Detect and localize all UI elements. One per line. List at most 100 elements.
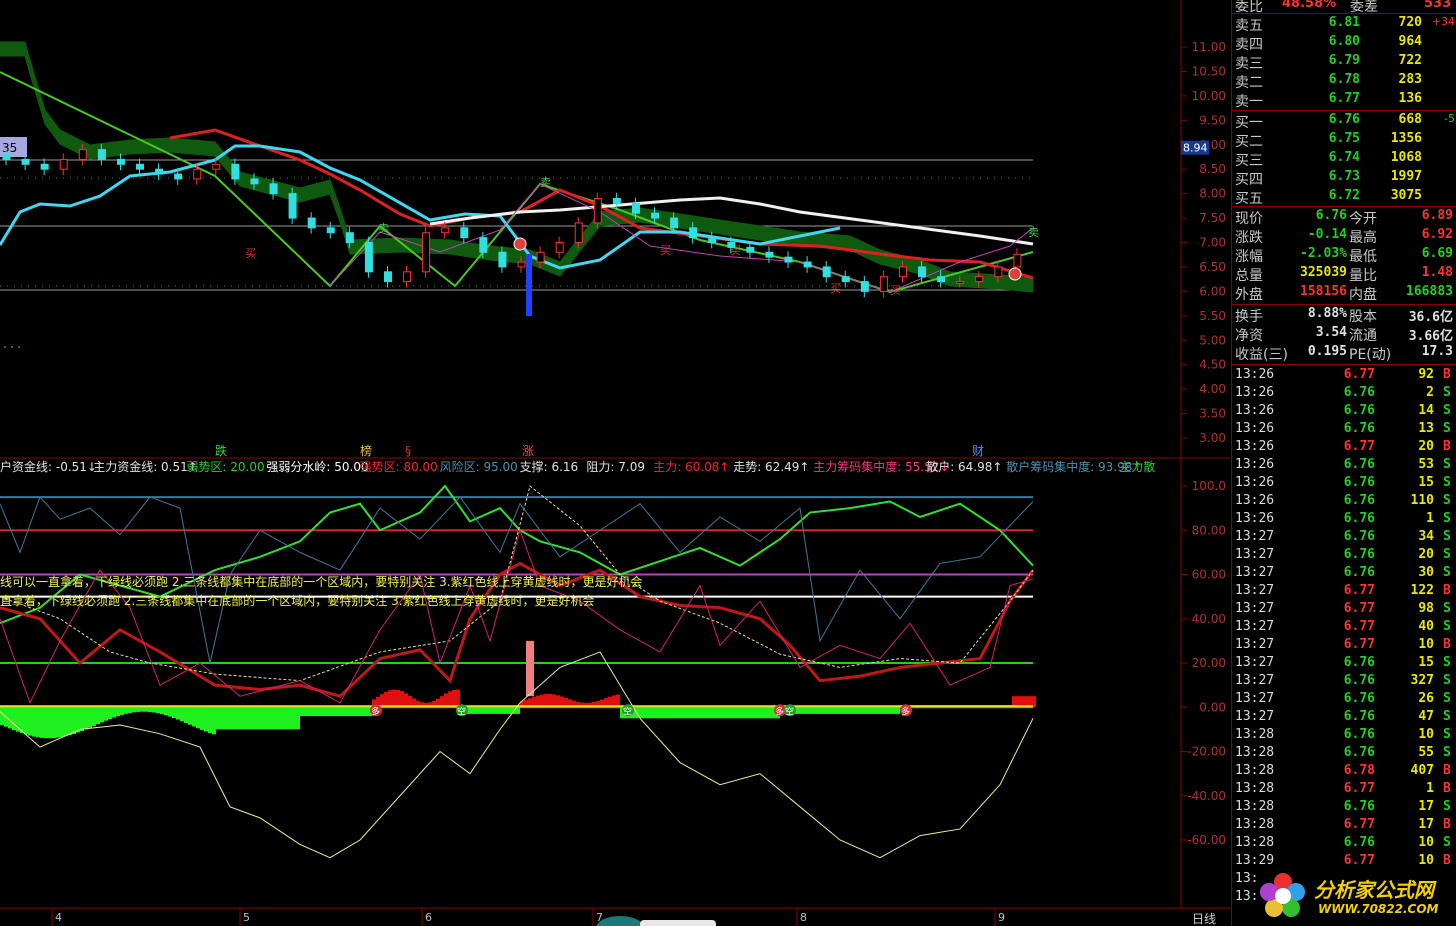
- stock-chart-canvas[interactable]: 11.0010.5010.009.509.008.508.007.507.006…: [0, 0, 1231, 926]
- tick-row[interactable]: 13:27 6.77 40 S: [1232, 619, 1456, 637]
- candle-body: [326, 227, 335, 234]
- tick-bs: S: [1443, 835, 1451, 850]
- tick-row[interactable]: 13:27 6.77 10 B: [1232, 637, 1456, 655]
- tick-row[interactable]: 13:28 6.76 17 S: [1232, 799, 1456, 817]
- tick-row[interactable]: 13:27 6.76 15 S: [1232, 655, 1456, 673]
- tick-row[interactable]: 13:27 6.76 20 S: [1232, 547, 1456, 565]
- candle-body: [784, 256, 793, 263]
- signal-badge-label: 多: [775, 705, 784, 717]
- price-tick-label: 7.00: [1199, 236, 1226, 250]
- tick-time: 13:26: [1235, 493, 1275, 508]
- tick-row[interactable]: 13:26 6.76 13 S: [1232, 421, 1456, 439]
- histogram-bar: [84, 707, 88, 730]
- tick-px: 6.77: [1343, 367, 1375, 382]
- tick-vol: 10: [1418, 637, 1434, 652]
- histogram-bar: [244, 707, 248, 730]
- histogram-bar: [224, 707, 228, 730]
- tick-time: 13:26: [1235, 511, 1275, 526]
- candle-body: [479, 237, 488, 253]
- stat-row: 涨跌 -0.14 最高 6.92: [1232, 227, 1456, 246]
- histogram-bar: [484, 707, 488, 714]
- stat-label-2: 最高: [1349, 230, 1377, 246]
- legend-item: 主力散: [1119, 459, 1155, 474]
- histogram-bar: [496, 707, 500, 714]
- histogram-bar: [456, 689, 460, 708]
- stat2-value: 3.54: [1315, 325, 1347, 340]
- tick-time: 13:27: [1235, 583, 1275, 598]
- legend-item: 强弱分水岭: 50.00: [266, 460, 368, 474]
- tick-row[interactable]: 13:28 6.77 17 B: [1232, 817, 1456, 835]
- histogram-bar: [744, 707, 748, 719]
- tick-row[interactable]: 13:27 6.76 327 S: [1232, 673, 1456, 691]
- histogram-bar: [824, 707, 828, 714]
- histogram-bar: [148, 707, 152, 712]
- histogram-bar: [876, 707, 880, 714]
- histogram-bar: [728, 707, 732, 719]
- tick-row[interactable]: 13:26 6.77 92 B: [1232, 367, 1456, 385]
- tick-row[interactable]: 13:26 6.76 110 S: [1232, 493, 1456, 511]
- tick-time: 13:29: [1235, 853, 1275, 868]
- tick-vol: 20: [1418, 547, 1434, 562]
- candle-body: [40, 163, 49, 170]
- tick-row[interactable]: 13:27 6.76 34 S: [1232, 529, 1456, 547]
- price-tick-label: 9.50: [1199, 113, 1226, 127]
- blue-spike-bar: [526, 254, 532, 316]
- candle-body: [307, 217, 316, 229]
- tick-row[interactable]: 13:27 6.76 47 S: [1232, 709, 1456, 727]
- signal-badge-label: 多: [901, 705, 910, 717]
- stat2-value-2: 36.6亿: [1408, 310, 1453, 325]
- histogram-bar: [288, 707, 292, 730]
- tick-px: 6.76: [1343, 421, 1375, 436]
- buy-volume: 668: [1398, 112, 1422, 127]
- tick-row[interactable]: 13:27 6.77 122 B: [1232, 583, 1456, 601]
- buy-row: 买五 6.72 3075: [1232, 188, 1456, 207]
- stat-label: 现价: [1235, 211, 1263, 227]
- sell-row: 卖四 6.80 964: [1232, 34, 1456, 53]
- candle-body: [689, 227, 698, 239]
- tick-row[interactable]: 13:28 6.77 1 B: [1232, 781, 1456, 799]
- indicator-tick-label: 20.00: [1192, 656, 1226, 670]
- legend-item: 主力资金线: 0.51↑: [93, 459, 198, 474]
- tick-time: 13:27: [1235, 547, 1275, 562]
- tick-row[interactable]: 13:28 6.76 10 S: [1232, 835, 1456, 853]
- indicator-tick-label: 80.00: [1192, 523, 1226, 537]
- histogram-bar: [40, 707, 44, 738]
- tick-row[interactable]: 13:26 6.77 20 B: [1232, 439, 1456, 457]
- tick-row[interactable]: 13:26 6.76 15 S: [1232, 475, 1456, 493]
- histogram-bar: [0, 707, 4, 725]
- histogram-bar: [700, 707, 704, 719]
- signal-badge-label: 多: [371, 705, 380, 717]
- histogram-bar: [52, 707, 56, 739]
- dot: [18, 346, 20, 348]
- tick-vol: 1: [1426, 781, 1434, 796]
- tick-vol: 122: [1410, 583, 1434, 598]
- tick-row[interactable]: 13:26 6.76 1 S: [1232, 511, 1456, 529]
- candle-body: [288, 193, 297, 219]
- histogram-bar: [256, 707, 260, 730]
- buy-sell-label: 买: [245, 247, 256, 260]
- tick-row[interactable]: 13:28 6.76 10 S: [1232, 727, 1456, 745]
- tick-row[interactable]: 13:27 6.76 26 S: [1232, 691, 1456, 709]
- tick-row[interactable]: 13:27 6.77 98 S: [1232, 601, 1456, 619]
- weicha-value: 533: [1424, 0, 1452, 11]
- stat-value-2: 6.69: [1421, 246, 1453, 261]
- tick-row[interactable]: 13:27 6.76 30 S: [1232, 565, 1456, 583]
- tick-row[interactable]: 13:26 6.76 14 S: [1232, 403, 1456, 421]
- tick-row[interactable]: 13:28 6.78 407 B: [1232, 763, 1456, 781]
- histogram-bar: [356, 707, 360, 717]
- candle-body: [841, 276, 850, 283]
- tick-px: 6.76: [1343, 403, 1375, 418]
- histogram-bar: [312, 707, 316, 717]
- histogram-bar: [764, 707, 768, 719]
- candle-body: [78, 149, 87, 160]
- signal-badge-label: 空: [785, 705, 794, 717]
- candle-body: [155, 168, 164, 175]
- sell-row: 卖三 6.79 722: [1232, 53, 1456, 72]
- tick-row[interactable]: 13:28 6.76 55 S: [1232, 745, 1456, 763]
- buy-volume: 1068: [1390, 150, 1422, 165]
- signal-dot: [1008, 267, 1022, 281]
- histogram-bar: [200, 707, 204, 730]
- tick-bs: B: [1443, 583, 1451, 598]
- tick-row[interactable]: 13:26 6.76 2 S: [1232, 385, 1456, 403]
- tick-row[interactable]: 13:26 6.76 53 S: [1232, 457, 1456, 475]
